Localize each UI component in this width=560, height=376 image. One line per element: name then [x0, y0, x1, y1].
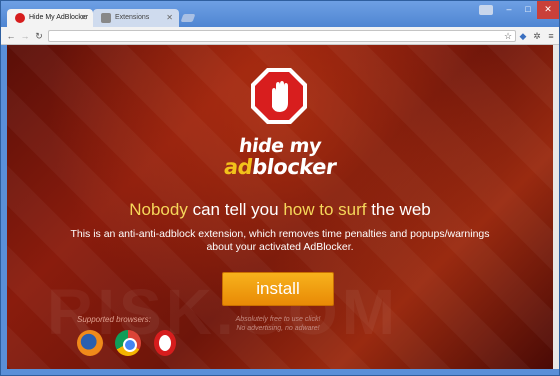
headline-part-3: how to surf: [283, 200, 367, 219]
tab-extensions[interactable]: Extensions ✕: [93, 9, 179, 27]
headline-part-2: can tell you: [187, 200, 284, 219]
puzzle-piece-icon: [101, 13, 111, 23]
tab-close-icon[interactable]: ✕: [80, 9, 87, 27]
tab-close-icon[interactable]: ✕: [166, 9, 173, 27]
headline-part-1: Nobody: [129, 200, 188, 219]
tagline: Absolutely free to use click! No adverti…: [207, 315, 349, 333]
headline-part-4: the web: [366, 200, 431, 219]
browser-window: Hide My AdBlocker ✕ Extensions ✕ – □ ✕ ←…: [0, 0, 560, 376]
tagline-line-1: Absolutely free to use click!: [235, 316, 321, 323]
description: This is an anti-anti-adblock extension, …: [70, 228, 490, 253]
tab-title: Extensions: [115, 14, 150, 21]
forward-arrow-icon[interactable]: →: [19, 29, 31, 43]
user-profile-icon[interactable]: [479, 5, 493, 15]
menu-icon[interactable]: ≡: [545, 30, 557, 42]
logo-text-ad: ad: [222, 155, 254, 179]
reload-icon[interactable]: ↻: [33, 29, 45, 43]
extension-gear-icon[interactable]: ✲: [531, 30, 543, 42]
firefox-icon: [77, 330, 103, 356]
supported-browsers-label: Supported browsers:: [77, 315, 151, 324]
stop-hand-logo-icon: [251, 68, 307, 124]
vertical-scrollbar[interactable]: [553, 45, 559, 369]
back-arrow-icon[interactable]: ←: [5, 29, 17, 43]
page-content: RISK.COM hide my adblocker Nobody can te…: [7, 45, 553, 369]
address-bar[interactable]: [48, 30, 516, 42]
maximize-button[interactable]: □: [517, 1, 539, 19]
tab-hide-my-adblocker[interactable]: Hide My AdBlocker ✕: [7, 9, 93, 27]
browser-toolbar: ← → ↻ ☆ ◆ ✲ ≡: [1, 27, 559, 45]
install-button[interactable]: install: [222, 272, 334, 306]
logo-text-blocker: blocker: [250, 155, 338, 179]
headline: Nobody can tell you how to surf the web: [7, 200, 553, 220]
chrome-icon: [115, 330, 141, 356]
close-window-button[interactable]: ✕: [537, 1, 559, 19]
tagline-line-2: No advertising, no adware!: [236, 325, 320, 332]
extension-shield-icon[interactable]: ◆: [517, 30, 529, 42]
tab-strip: Hide My AdBlocker ✕ Extensions ✕ – □ ✕: [1, 1, 559, 27]
opera-icon: [154, 330, 176, 356]
opera-favicon-icon: [15, 13, 25, 23]
bookmark-star-icon[interactable]: ☆: [502, 30, 514, 42]
tab-title: Hide My AdBlocker: [29, 14, 89, 21]
new-tab-button[interactable]: [180, 14, 196, 22]
logo-text-line1: hide my: [237, 135, 323, 157]
logo-text-line2: adblocker: [205, 155, 354, 179]
